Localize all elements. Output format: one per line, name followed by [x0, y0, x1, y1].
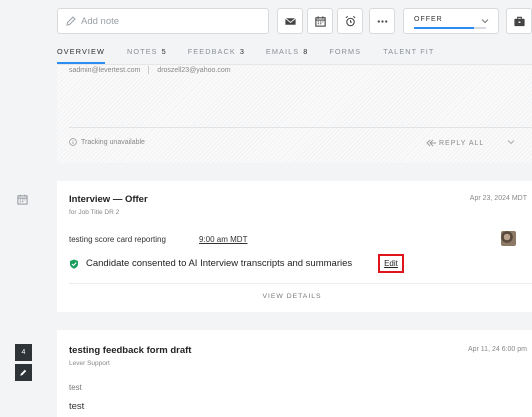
more-actions-button[interactable]: [369, 8, 395, 34]
activity-toolbar: OFFER OVERVIEW NOTES5 FEEDBACK3 EMAILS8 …: [0, 0, 532, 70]
reply-all-button[interactable]: REPLY ALL: [426, 139, 484, 147]
chevron-down-icon: [481, 19, 489, 24]
briefcase-button[interactable]: [506, 8, 532, 34]
pencil-icon: [20, 369, 27, 376]
profile-tabs: OVERVIEW NOTES 5 FEEDBACK 3 EMAILS 8 FORMS …: [57, 44, 456, 64]
tracking-status: Tracking unavailable: [69, 138, 145, 146]
pencil-icon: [66, 16, 76, 26]
add-note-input[interactable]: [81, 15, 261, 27]
stage-label: OFFER: [414, 16, 443, 23]
interview-date: Apr 23, 2024 MDT: [469, 195, 527, 202]
email-from: sadmin@levertest.com: [69, 66, 141, 74]
interviewer-avatar: [501, 231, 516, 246]
interview-subtitle: for Job Title DR 2: [69, 209, 120, 216]
interview-card: Interview — Offer for Job Title DR 2 Apr…: [57, 181, 532, 312]
reply-all-icon: [426, 139, 436, 147]
emails-count: 8: [303, 47, 308, 56]
edit-consent-link[interactable]: Edit: [384, 259, 398, 268]
add-note-field[interactable]: [57, 8, 269, 34]
tab-feedback[interactable]: FEEDBACK 3: [188, 44, 244, 64]
shield-check-icon: [70, 259, 78, 269]
feedback-question: test: [69, 383, 82, 392]
tab-emails[interactable]: EMAILS 8: [266, 44, 307, 64]
email-thread-card: sadmin@levertest.com droszell23@yahoo.com…: [57, 64, 532, 163]
notes-count: 5: [161, 47, 166, 56]
feedback-count-badge: 4: [15, 344, 32, 361]
email-to: droszell23@yahoo.com: [157, 66, 231, 74]
tab-notes[interactable]: NOTES 5: [127, 44, 166, 64]
stage-select[interactable]: OFFER: [403, 8, 499, 34]
schedule-button[interactable]: [307, 8, 333, 34]
feedback-answer: test: [69, 401, 85, 412]
stage-progress-bar: [414, 27, 474, 29]
briefcase-icon: [513, 16, 525, 26]
tab-overview[interactable]: OVERVIEW: [57, 44, 105, 64]
tab-forms[interactable]: FORMS: [329, 44, 361, 64]
feedback-card: testing feedback form draft Lever Suppor…: [57, 330, 532, 417]
info-icon: [69, 138, 77, 146]
edit-consent-link-highlight: Edit: [378, 254, 404, 273]
alarm-icon: [345, 15, 355, 26]
feedback-count: 3: [239, 47, 244, 56]
calendar-icon: [314, 15, 326, 27]
interview-title: Interview — Offer: [69, 194, 148, 205]
ai-consent-status: Candidate consented to AI Interview tran…: [69, 258, 352, 269]
tab-talent-fit[interactable]: TALENT FIT: [383, 44, 434, 64]
interview-time-link[interactable]: 9:00 am MDT: [199, 235, 247, 244]
edit-feedback-button[interactable]: [15, 364, 32, 381]
email-icon: [284, 17, 296, 25]
interview-event-name: testing score card reporting: [69, 235, 166, 244]
reminder-button[interactable]: [337, 8, 363, 34]
consent-text: Candidate consented to AI Interview tran…: [86, 258, 353, 269]
calendar-icon: [17, 194, 28, 205]
feedback-date: Apr 11, 24 6:00 pm: [467, 346, 527, 353]
feedback-author: Lever Support: [69, 360, 110, 367]
email-participants: sadmin@levertest.com droszell23@yahoo.com: [69, 66, 231, 74]
feedback-title: testing feedback form draft: [69, 345, 192, 356]
chevron-down-icon[interactable]: [507, 138, 515, 146]
more-icon: [377, 19, 387, 23]
view-details-button[interactable]: VIEW DETAILS: [57, 293, 527, 300]
email-button[interactable]: [277, 8, 303, 34]
